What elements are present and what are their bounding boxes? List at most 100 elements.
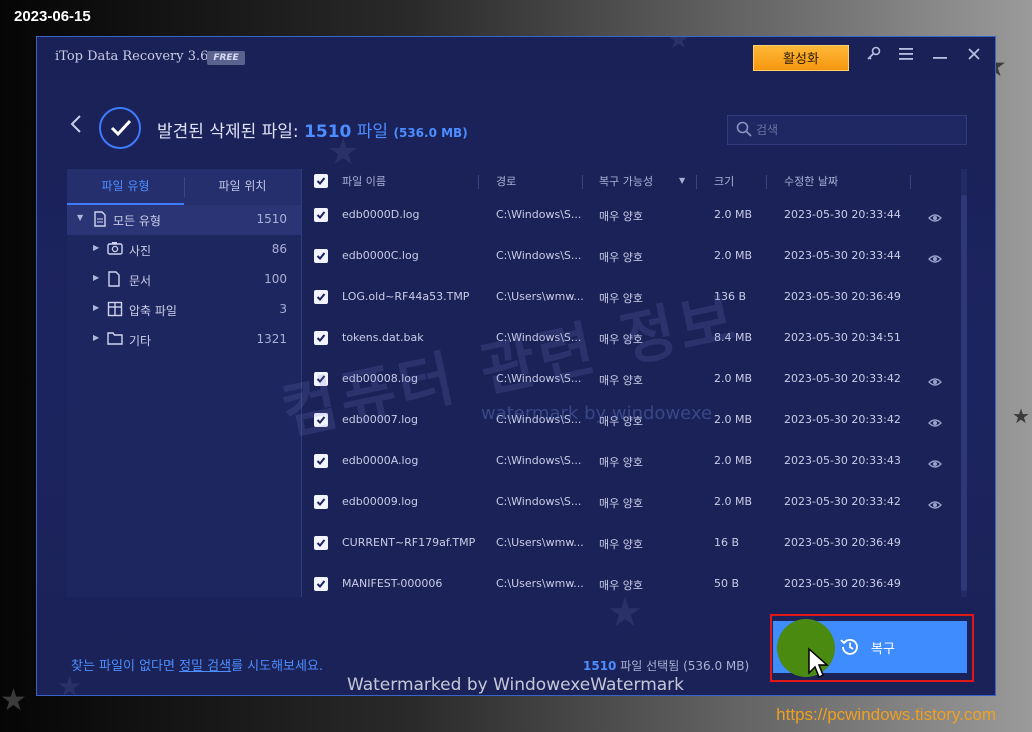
preview-eye-icon[interactable] [928,454,942,473]
file-size-cell: 16 B [714,536,740,549]
table-row[interactable]: CURRENT~RF179af.TMP C:\Users\wmw... 매우 양호 1… [302,523,967,564]
file-size-cell: 2.0 MB [714,372,753,385]
collapsed-caret-icon[interactable]: ▶ [93,303,99,312]
column-separator [766,175,767,189]
column-separator [696,175,697,189]
file-name-cell: LOG.old~RF44a53.TMP [342,290,470,303]
sort-down-icon[interactable]: ▼ [679,176,685,185]
column-header-path[interactable]: 경로 [496,173,516,189]
tree-item-label: 문서 [129,274,152,288]
row-checkbox[interactable] [314,577,328,591]
search-input[interactable] [756,120,956,140]
file-size-cell: 136 B [714,290,747,303]
recovery-chance-cell: 매우 양호 [599,497,643,510]
archive-icon [107,301,123,320]
file-path-cell: C:\Windows\S... [496,372,582,385]
modified-date-cell: 2023-05-30 20:36:49 [784,536,901,549]
collapsed-caret-icon[interactable]: ▶ [93,243,99,252]
row-checkbox[interactable] [314,372,328,386]
star-decoration: ★ [0,683,27,718]
preview-eye-icon[interactable] [928,372,942,391]
back-arrow-icon[interactable] [69,113,83,141]
app-window: ★ ★ ★ ★ ★ iTop Data Recovery 3.6 FREE 활성… [36,36,996,696]
tab-file-type[interactable]: 파일 유형 [67,169,184,205]
check-circle-icon [99,107,141,149]
file-name-cell: CURRENT~RF179af.TMP [342,536,476,549]
column-header-size[interactable]: 크기 [714,173,734,189]
title-bar: iTop Data Recovery 3.6 FREE 활성화 [37,37,995,77]
file-path-cell: C:\Windows\S... [496,454,582,467]
file-size-cell: 2.0 MB [714,495,753,508]
results-title-prefix: 발견된 삭제된 파일: [157,122,299,142]
file-size-cell: 2.0 MB [714,208,753,221]
column-header-recovery-chance[interactable]: 복구 가능성 [599,173,653,189]
tab-file-location[interactable]: 파일 위치 [184,169,301,205]
table-row[interactable]: edb00009.log C:\Windows\S... 매우 양호 2.0 MB 20… [302,482,967,523]
table-row[interactable]: edb0000D.log C:\Windows\S... 매우 양호 2.0 MB 20… [302,195,967,236]
file-path-cell: C:\Users\wmw... [496,577,584,590]
collapsed-caret-icon[interactable]: ▶ [93,333,99,342]
table-row[interactable]: MANIFEST-000006 C:\Users\wmw... 매우 양호 50 B 2… [302,564,967,605]
tree-item-photos[interactable]: ▶ 사진 86 [67,235,301,265]
modified-date-cell: 2023-05-30 20:33:44 [784,208,901,221]
mouse-cursor-icon [807,647,829,683]
file-name-cell: edb0000D.log [342,208,420,221]
expanded-caret-icon[interactable]: ▼ [77,213,83,222]
deep-scan-link[interactable]: 정밀 검색 [179,659,231,674]
file-name-cell: edb0000A.log [342,454,419,467]
preview-eye-icon[interactable] [928,249,942,268]
row-checkbox[interactable] [314,454,328,468]
table-row[interactable]: edb00007.log C:\Windows\S... 매우 양호 2.0 MB 20… [302,400,967,441]
results-count: 1510 [304,122,352,142]
table-row[interactable]: edb0000A.log C:\Windows\S... 매우 양호 2.0 MB 20… [302,441,967,482]
column-header-name[interactable]: 파일 이름 [342,173,386,189]
close-icon[interactable] [963,45,985,67]
folder-icon [107,331,123,348]
tree-item-archives[interactable]: ▶ 압축 파일 3 [67,295,301,325]
row-checkbox[interactable] [314,331,328,345]
scrollbar-thumb[interactable] [961,195,967,591]
tree-item-other[interactable]: ▶ 기타 1321 [67,325,301,355]
table-row[interactable]: LOG.old~RF44a53.TMP C:\Users\wmw... 매우 양호 1… [302,277,967,318]
file-path-cell: C:\Users\wmw... [496,536,584,549]
star-decoration: ★ [57,670,83,696]
table-row[interactable]: edb00008.log C:\Windows\S... 매우 양호 2.0 MB 20… [302,359,967,400]
modified-date-cell: 2023-05-30 20:36:49 [784,577,901,590]
menu-icon[interactable] [895,45,917,67]
free-edition-badge: FREE [207,51,245,65]
row-checkbox[interactable] [314,413,328,427]
row-checkbox[interactable] [314,208,328,222]
row-checkbox[interactable] [314,290,328,304]
row-checkbox[interactable] [314,495,328,509]
activate-button[interactable]: 활성화 [753,45,849,71]
recovery-chance-cell: 매우 양호 [599,333,643,346]
tree-item-documents[interactable]: ▶ 문서 100 [67,265,301,295]
collapsed-caret-icon[interactable]: ▶ [93,273,99,282]
minimize-icon[interactable] [929,45,951,67]
preview-eye-icon[interactable] [928,413,942,432]
selected-count: 1510 [583,659,617,673]
file-size-cell: 2.0 MB [714,249,753,262]
tree-item-count: 1321 [256,332,287,346]
tree-item-count: 1510 [256,212,287,226]
recovery-chance-cell: 매우 양호 [599,579,643,592]
column-header-modified-date[interactable]: 수정한 날짜 [784,173,838,189]
modified-date-cell: 2023-05-30 20:33:42 [784,413,901,426]
key-icon[interactable] [863,45,885,67]
tree-item-label: 모든 유형 [113,214,161,228]
file-size-cell: 8.4 MB [714,331,753,344]
preview-eye-icon[interactable] [928,208,942,227]
row-checkbox[interactable] [314,249,328,263]
tree-item-count: 3 [279,302,287,316]
file-name-cell: edb0000C.log [342,249,419,262]
tree-item-label: 기타 [129,334,152,348]
table-row[interactable]: edb0000C.log C:\Windows\S... 매우 양호 2.0 MB 20… [302,236,967,277]
tree-item-all-types[interactable]: ▼ 모든 유형 1510 [67,205,301,235]
app-title: iTop Data Recovery 3.6 [55,49,209,64]
recovery-chance-cell: 매우 양호 [599,415,643,428]
row-checkbox[interactable] [314,536,328,550]
select-all-checkbox[interactable] [314,174,328,188]
file-path-cell: C:\Users\wmw... [496,290,584,303]
preview-eye-icon[interactable] [928,495,942,514]
table-row[interactable]: tokens.dat.bak C:\Windows\S... 매우 양호 8.4 MB… [302,318,967,359]
